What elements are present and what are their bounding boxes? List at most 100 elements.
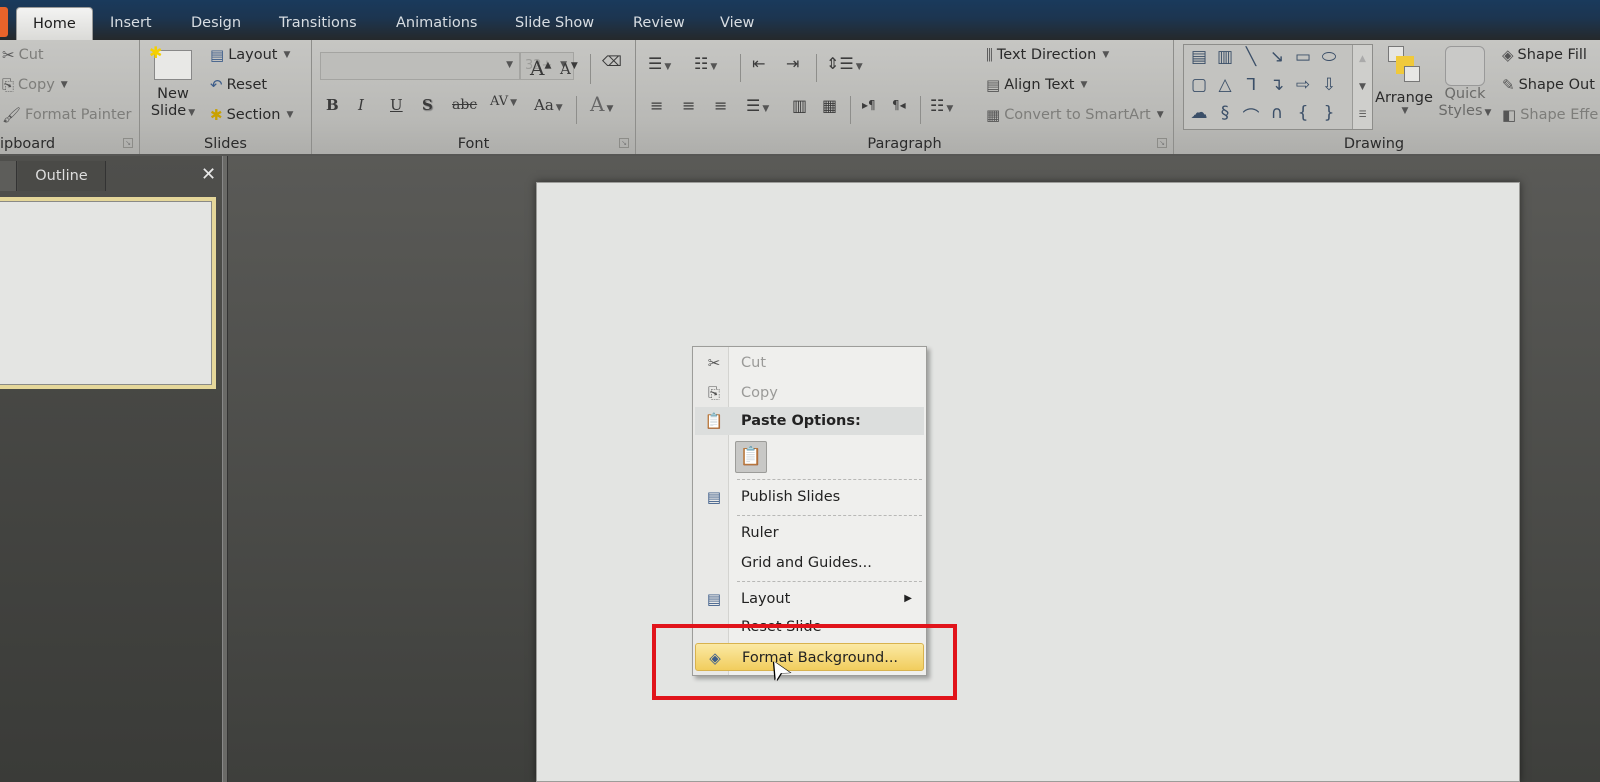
convert-smartart-button[interactable]: ▦ Convert to SmartArt ▼ (986, 106, 1164, 124)
reset-icon: ↶ (210, 76, 223, 94)
tab-animations[interactable]: Animations (392, 8, 481, 40)
distributed-button[interactable]: ▥ (792, 96, 807, 115)
menu-item-layout[interactable]: ▤ Layout ▶ (695, 585, 924, 613)
ltr-button[interactable]: ▸¶ (862, 98, 876, 112)
tab-view[interactable]: View (716, 8, 758, 40)
justify-button[interactable]: ☰ ▼ (746, 96, 769, 115)
tab-review[interactable]: Review (629, 8, 689, 40)
group-label-drawing: Drawing (1343, 136, 1405, 152)
line-shape-icon[interactable]: ╲ (1238, 47, 1264, 67)
quick-styles-button[interactable]: Quick Styles ▼ (1438, 44, 1492, 134)
menu-item-copy[interactable]: ⎘ Copy (695, 379, 924, 407)
tab-insert[interactable]: Insert (106, 8, 156, 40)
menu-item-cut[interactable]: ✂ Cut (695, 349, 924, 377)
tab-transitions[interactable]: Transitions (275, 8, 361, 40)
menu-item-ruler[interactable]: Ruler (695, 519, 924, 547)
shapes-gallery[interactable]: ▤ ▥ ╲ ↘ ▭ ⬭ ▢ △ ᒣ ↴ ⇨ ⇩ ☁ § ⌒ ∩ { } ▲ ▼ … (1183, 44, 1373, 130)
columns-button[interactable]: ☷ ▼ (930, 96, 953, 115)
align-text-button[interactable]: ▤ Align Text ▼ (986, 76, 1087, 94)
columns-text-button[interactable]: ▦ (822, 96, 837, 115)
font-name-select[interactable]: ▼ (320, 52, 520, 80)
rounded-rectangle-icon[interactable]: ▢ (1186, 75, 1212, 95)
distributed-icon: ▥ (792, 96, 808, 115)
paragraph-dialog-launcher-icon[interactable]: ↘ (1157, 138, 1167, 148)
file-menu-button[interactable] (0, 7, 8, 37)
down-arrow-icon[interactable]: ⇩ (1316, 75, 1342, 95)
tab-outline[interactable]: Outline (18, 161, 106, 191)
format-painter-button[interactable]: 🖌 Format Painter (2, 106, 132, 124)
line-spacing-button[interactable]: ⇕☰ ▼ (826, 54, 863, 73)
slides-group: ✱ New Slide ▼ ▤ Layout ▼ ↶ Reset ✱ Section… (140, 40, 312, 154)
slide-thumbnail[interactable] (0, 197, 216, 389)
shrink-font-button[interactable]: A▼ (560, 60, 578, 78)
text-columns-icon: ▦ (822, 96, 838, 115)
text-direction-button[interactable]: ⫼ Text Direction ▼ (986, 46, 1109, 64)
text-box-icon[interactable]: ▤ (1186, 47, 1212, 67)
new-slide-button[interactable]: ✱ New Slide ▼ (149, 43, 196, 132)
increase-indent-icon: ⇥ (786, 54, 800, 73)
columns-icon: ☷ (930, 96, 945, 115)
copy-button[interactable]: ⎘ Copy ▼ (2, 76, 68, 94)
oval-icon[interactable]: ⬭ (1316, 47, 1342, 67)
right-brace-icon[interactable]: } (1316, 103, 1342, 123)
tab-slides[interactable] (0, 161, 17, 191)
group-label-paragraph: Paragraph (867, 136, 942, 152)
paste-icon: 📋 (704, 412, 724, 430)
align-text-icon: ▤ (986, 76, 1001, 94)
close-icon[interactable]: ✕ (201, 164, 216, 185)
gallery-scroll-down-icon[interactable]: ▼ (1352, 73, 1372, 101)
align-right-button[interactable]: ≡ (714, 96, 727, 115)
layout-button[interactable]: ▤ Layout ▼ (210, 46, 290, 64)
decrease-indent-icon: ⇤ (752, 54, 766, 73)
align-left-icon: ≡ (650, 96, 664, 115)
menu-item-publish-slides[interactable]: ▤ Publish Slides (695, 483, 924, 511)
arrange-button[interactable]: Arrange ▼ (1374, 44, 1434, 134)
gallery-more-icon[interactable]: ☰ (1352, 101, 1372, 129)
menu-item-grid-and-guides[interactable]: Grid and Guides... (695, 549, 924, 577)
paste-keep-text-only-button[interactable]: 📋 (735, 441, 767, 473)
align-left-button[interactable]: ≡ (650, 96, 663, 115)
reset-button[interactable]: ↶ Reset (210, 76, 267, 94)
font-dialog-launcher-icon[interactable]: ↘ (619, 138, 629, 148)
bold-button[interactable]: B (326, 96, 339, 114)
text-shadow-button[interactable]: S (422, 96, 433, 114)
clipboard-dialog-launcher-icon[interactable]: ↘ (123, 138, 133, 148)
freeform-icon[interactable]: ☁ (1186, 103, 1212, 123)
align-center-button[interactable]: ≡ (682, 96, 695, 115)
elbow-connector-icon[interactable]: ᒣ (1238, 75, 1264, 95)
arc-icon[interactable]: ⌒ (1238, 103, 1264, 128)
curve-icon[interactable]: ∩ (1264, 103, 1290, 123)
decrease-indent-button[interactable]: ⇤ (752, 54, 765, 73)
vertical-text-box-icon[interactable]: ▥ (1212, 47, 1238, 67)
tab-design[interactable]: Design (187, 8, 245, 40)
rtl-button[interactable]: ¶◂ (892, 98, 906, 112)
change-case-button[interactable]: Aa ▼ (534, 96, 563, 114)
scribble-icon[interactable]: § (1212, 103, 1238, 123)
character-spacing-button[interactable]: AV ▼ (490, 94, 517, 109)
left-brace-icon[interactable]: { (1290, 103, 1316, 123)
tab-home[interactable]: Home (16, 7, 93, 41)
shape-effects-button[interactable]: ◧ Shape Effe (1502, 106, 1598, 124)
tab-slide-show[interactable]: Slide Show (511, 8, 598, 40)
italic-button[interactable]: I (358, 96, 364, 114)
section-button[interactable]: ✱ Section ▼ (210, 106, 293, 124)
numbering-button[interactable]: ☷ ▼ (694, 54, 717, 73)
underline-button[interactable]: U (390, 96, 403, 114)
gallery-scroll-up-icon[interactable]: ▲ (1352, 45, 1372, 73)
bullets-button[interactable]: ☰ ▼ (648, 54, 671, 73)
font-group: ▼ 32+ ▼ A▲ A▼ ⌫ B I U S abc AV ▼ Aa ▼ A ▼ F… (312, 40, 636, 154)
drawing-group: ▤ ▥ ╲ ↘ ▭ ⬭ ▢ △ ᒣ ↴ ⇨ ⇩ ☁ § ⌒ ∩ { } ▲ ▼ … (1174, 40, 1600, 154)
triangle-icon[interactable]: △ (1212, 75, 1238, 95)
increase-indent-button[interactable]: ⇥ (786, 54, 799, 73)
cut-button[interactable]: ✂ Cut (2, 46, 44, 64)
shape-fill-button[interactable]: ◈ Shape Fill (1502, 46, 1587, 64)
rectangle-icon[interactable]: ▭ (1290, 47, 1316, 67)
right-arrow-icon[interactable]: ⇨ (1290, 75, 1316, 95)
font-color-button[interactable]: A ▼ (590, 92, 613, 116)
arrow-line-icon[interactable]: ↘ (1264, 47, 1290, 67)
elbow-arrow-connector-icon[interactable]: ↴ (1264, 75, 1290, 95)
shape-outline-button[interactable]: ✎ Shape Out (1502, 76, 1595, 94)
grow-font-button[interactable]: A▲ (530, 56, 551, 80)
strikethrough-button[interactable]: abc (452, 97, 477, 113)
clear-formatting-button[interactable]: ⌫ (602, 54, 622, 70)
